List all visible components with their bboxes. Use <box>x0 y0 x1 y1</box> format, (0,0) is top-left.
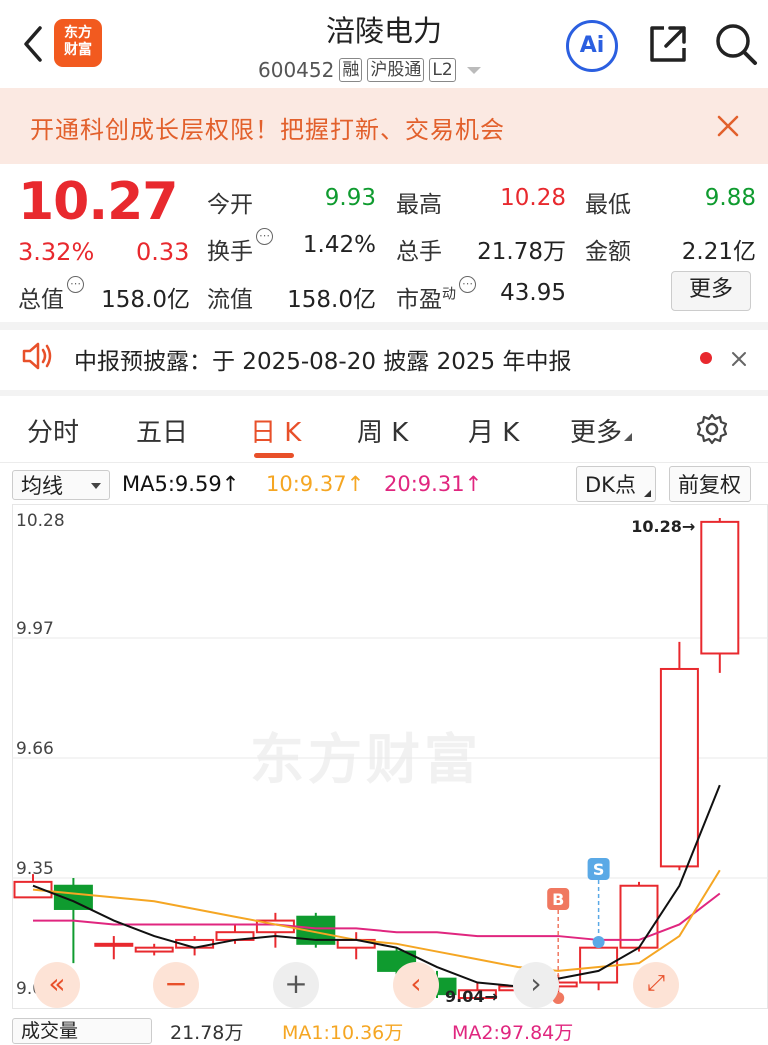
scroll-right-icon[interactable]: › <box>513 962 559 1008</box>
tab-monthly-k[interactable]: 月 K <box>468 412 519 449</box>
banner-text: 开通科创成长层权限！把握打新、交易机会 <box>30 116 505 144</box>
volume-value: 21.78万 <box>477 239 566 265</box>
ma10-legend: 10:9.37↑ <box>266 472 365 496</box>
zoom-in-icon[interactable]: + <box>273 962 319 1008</box>
tab-daily-k[interactable]: 日 K <box>250 412 301 449</box>
dk-point-button[interactable]: DK点 <box>576 466 656 502</box>
tab-five-day[interactable]: 五日 <box>136 412 188 449</box>
candle-body <box>700 520 740 655</box>
tab-more[interactable]: 更多 <box>570 412 633 449</box>
high-value: 10.28 <box>500 185 566 211</box>
unread-dot <box>700 352 712 364</box>
stock-code-line[interactable]: 600452 融 沪股通 L2 <box>258 56 481 84</box>
kline-svg: 10.289.979.669.359.0410.28→9.04→BS <box>12 504 768 1009</box>
search-icon[interactable] <box>712 20 760 72</box>
open-value: 9.93 <box>324 185 376 211</box>
volume-dropdown[interactable]: 成交量 <box>12 1018 152 1044</box>
margin-tag: 融 <box>339 58 363 82</box>
info-icon[interactable]: ⋯ <box>67 276 84 293</box>
volume-label: 总手 <box>396 239 442 265</box>
volume-indicator-bar: 成交量 21.78万 MA1:10.36万 MA2:97.84万 <box>0 1018 768 1044</box>
total-value: 158.0亿 <box>101 287 190 313</box>
hk-connect-tag: 沪股通 <box>367 58 425 82</box>
speaker-icon <box>20 340 54 376</box>
volume-ma1: MA1:10.36万 <box>282 1022 404 1044</box>
pe-value: 43.95 <box>500 280 566 306</box>
signal-dot <box>592 936 605 948</box>
close-icon[interactable] <box>716 114 740 142</box>
kline-chart[interactable]: 10.289.979.669.359.0410.28→9.04→BS <box>12 504 768 1009</box>
float-value-label: 流值 <box>207 287 253 313</box>
adjust-mode-button[interactable]: 前复权 <box>669 466 751 502</box>
indicator-dropdown[interactable]: 均线 <box>12 470 110 500</box>
amount-value: 2.21亿 <box>681 239 756 265</box>
turnover-label: 换手⋯ <box>207 228 273 266</box>
tab-intraday[interactable]: 分时 <box>27 412 79 449</box>
close-icon[interactable] <box>731 351 747 371</box>
tab-weekly-k[interactable]: 周 K <box>357 412 408 449</box>
ai-assistant-button[interactable]: Ai <box>566 20 618 72</box>
low-value: 9.88 <box>704 185 756 211</box>
header-bar: 东方 财富 涪陵电力 600452 融 沪股通 L2 Ai <box>0 0 768 88</box>
total-value-label: 总值⋯ <box>18 276 84 314</box>
pe-label: 市盈动⋯ <box>396 276 476 314</box>
amount-label: 金额 <box>585 239 631 265</box>
more-quote-button[interactable]: 更多 <box>671 271 751 311</box>
share-icon[interactable] <box>646 22 690 70</box>
signal-text: B <box>552 890 564 909</box>
y-tick-label: 9.35 <box>16 859 54 879</box>
scroll-left-icon[interactable]: ‹ <box>393 962 439 1008</box>
last-price: 10.27 <box>18 172 178 232</box>
high-price-label: 10.28→ <box>631 517 695 536</box>
chevron-down-icon[interactable] <box>466 66 481 74</box>
level2-tag: L2 <box>429 58 456 82</box>
low-label: 最低 <box>585 192 631 218</box>
notice-text[interactable]: 中报预披露：于 2025-08-20 披露 2025 年中报 <box>74 342 571 376</box>
y-tick-label: 10.28 <box>16 511 65 531</box>
ma20-legend: 20:9.31↑ <box>384 472 483 496</box>
settings-gear-icon[interactable] <box>695 412 729 450</box>
divider <box>0 390 768 396</box>
promo-banner[interactable]: 开通科创成长层权限！把握打新、交易机会 <box>0 88 768 164</box>
low-price-label: 9.04→ <box>445 987 498 1006</box>
fullscreen-icon[interactable]: ⤢ <box>633 962 679 1008</box>
volume-ma2: MA2:97.84万 <box>452 1022 574 1044</box>
signal-text: S <box>593 860 605 879</box>
candle-body <box>94 942 134 947</box>
candle-body <box>619 884 659 949</box>
scroll-left-fast-icon[interactable]: « <box>34 962 80 1008</box>
y-tick-label: 9.97 <box>16 619 54 639</box>
zoom-out-icon[interactable]: − <box>153 962 199 1008</box>
volume-value: 21.78万 <box>170 1022 244 1044</box>
candle-body <box>134 946 174 953</box>
ma5-legend: MA5:9.59↑ <box>122 472 240 496</box>
active-tab-indicator <box>254 453 294 458</box>
open-label: 今开 <box>207 192 253 218</box>
stock-code: 600452 <box>258 58 335 82</box>
float-value: 158.0亿 <box>287 287 376 313</box>
divider <box>0 322 768 330</box>
info-icon[interactable]: ⋯ <box>459 276 476 293</box>
change-amount: 0.33 <box>136 238 190 266</box>
change-percent: 3.32% <box>18 238 95 266</box>
y-tick-label: 9.66 <box>16 739 54 759</box>
high-label: 最高 <box>396 192 442 218</box>
candle-body <box>53 884 93 910</box>
info-icon[interactable]: ⋯ <box>256 228 273 245</box>
candle-body <box>659 667 699 868</box>
turnover-value: 1.42% <box>302 232 376 258</box>
